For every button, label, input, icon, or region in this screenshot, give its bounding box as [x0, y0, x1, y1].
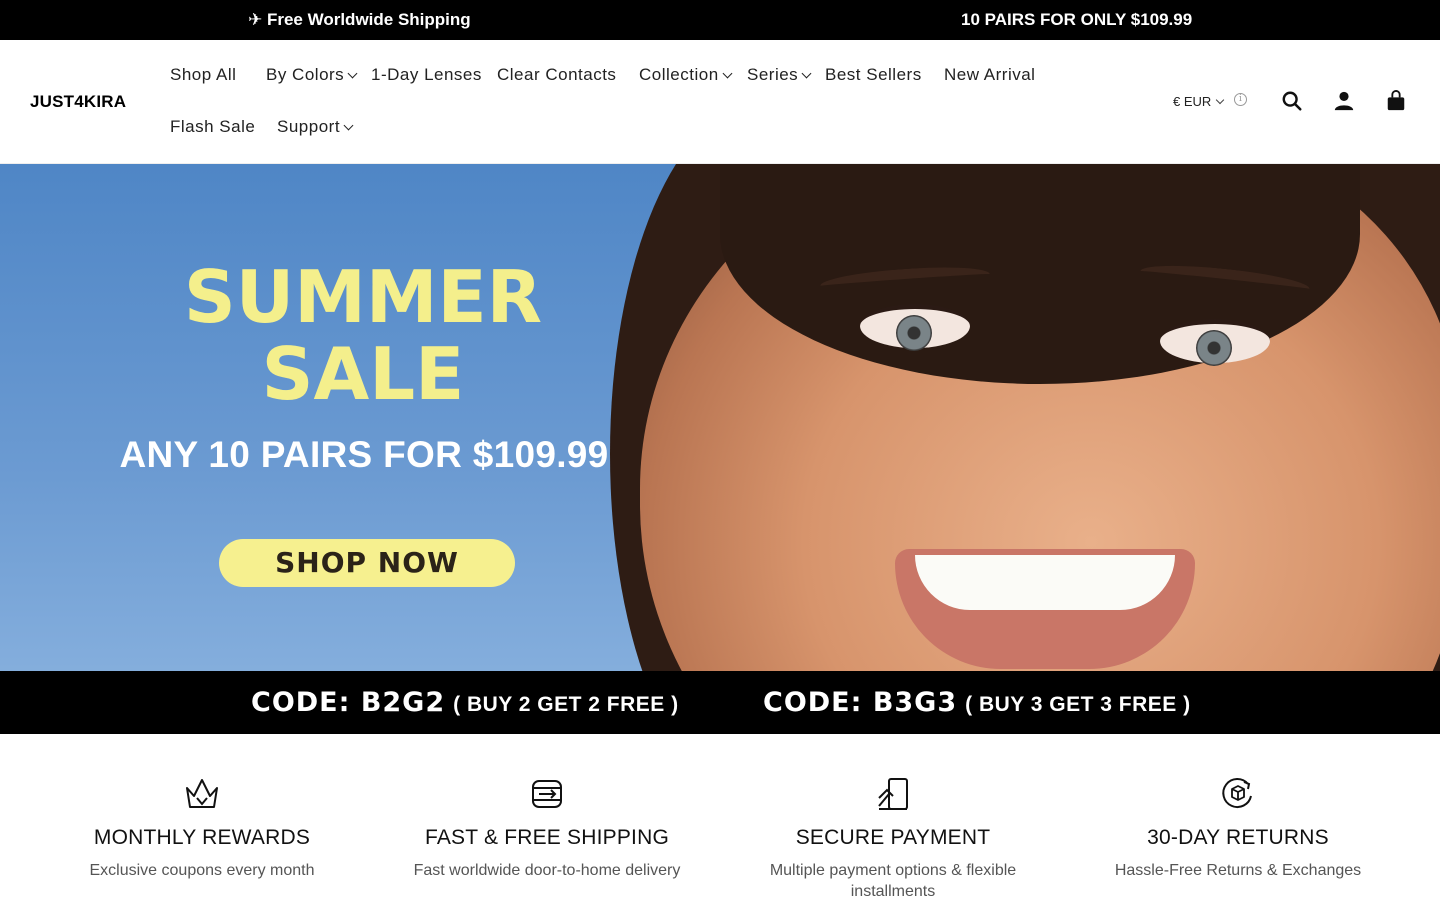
- promo-desc: ( BUY 3 GET 3 FREE ): [965, 693, 1191, 716]
- feature-title: FAST & FREE SHIPPING: [424, 826, 669, 849]
- chevron-down-icon: [722, 68, 733, 79]
- promo-code-bar: CODE: B2G2 ( BUY 2 GET 2 FREE ) CODE: B3G…: [0, 671, 1440, 734]
- feature-title: MONTHLY REWARDS: [93, 826, 311, 849]
- logo[interactable]: JUST4KIRA: [30, 92, 126, 112]
- nav-by-colors[interactable]: By Colors: [266, 65, 358, 85]
- feature-monthly-rewards: MONTHLY REWARDS Exclusive coupons every …: [22, 776, 382, 881]
- nav-label: Shop All: [170, 65, 237, 84]
- hero-title-line2: SALE: [261, 332, 465, 416]
- info-icon[interactable]: i: [1234, 93, 1247, 106]
- feature-30-day-returns: 30-DAY RETURNS Hassle-Free Returns & Exc…: [1058, 776, 1418, 881]
- hero-title-line1: SUMMER: [183, 255, 543, 339]
- feature-free-shipping: FAST & FREE SHIPPING Fast worldwide door…: [367, 776, 727, 881]
- hero-image-eye: [1160, 319, 1270, 366]
- nav-label: Support: [277, 117, 341, 136]
- search-icon[interactable]: [1281, 90, 1303, 112]
- promo-code: CODE: B2G2: [251, 687, 446, 718]
- shipping-icon: [532, 780, 562, 808]
- nav-label: Series: [747, 65, 799, 84]
- chevron-down-icon: [801, 68, 812, 79]
- nav-best-sellers[interactable]: Best Sellers: [825, 65, 922, 85]
- nav-label: Collection: [639, 65, 719, 84]
- announcement-shipping[interactable]: ✈ Free Worldwide Shipping: [248, 10, 471, 30]
- nav-1-day-lenses[interactable]: 1-Day Lenses: [371, 65, 482, 85]
- nav-shop-all[interactable]: Shop All: [170, 65, 236, 85]
- chevron-down-icon: [1216, 95, 1225, 105]
- promo-code-b3g3: CODE: B3G3 ( BUY 3 GET 3 FREE ): [763, 687, 1191, 718]
- hero-banner[interactable]: SUMMER SALE ANY 10 PAIRS FOR $109.99 SHO…: [0, 164, 1440, 734]
- nav-label: 1-Day Lenses: [371, 65, 482, 84]
- feature-desc: Multiple payment options & flexible inst…: [769, 862, 1017, 900]
- crown-icon: [186, 779, 218, 808]
- feature-secure-payment: SECURE PAYMENT Multiple payment options …: [713, 776, 1073, 902]
- cart-icon[interactable]: [1385, 90, 1407, 112]
- nav-collection[interactable]: Collection: [639, 65, 733, 85]
- feature-title: SECURE PAYMENT: [795, 826, 991, 849]
- account-icon[interactable]: [1333, 90, 1355, 112]
- nav-label: By Colors: [266, 65, 345, 84]
- announcement-bar: ✈ Free Worldwide Shipping 10 PAIRS FOR O…: [0, 0, 1440, 40]
- site-header: JUST4KIRA Shop All By Colors 1-Day Lense…: [0, 40, 1440, 164]
- returns-icon: [1222, 778, 1252, 809]
- nav-label: Clear Contacts: [497, 65, 617, 84]
- feature-desc: Exclusive coupons every month: [89, 862, 315, 879]
- feature-title: 30-DAY RETURNS: [1147, 826, 1329, 849]
- currency-label: € EUR: [1173, 94, 1212, 109]
- promo-code-b2g2: CODE: B2G2 ( BUY 2 GET 2 FREE ): [251, 687, 679, 718]
- nav-flash-sale[interactable]: Flash Sale: [170, 117, 255, 137]
- nav-clear-contacts[interactable]: Clear Contacts: [497, 65, 616, 85]
- hero-image-eye: [860, 304, 970, 351]
- nav-label: Flash Sale: [170, 117, 256, 136]
- promo-code: CODE: B3G3: [763, 687, 958, 718]
- nav-new-arrival[interactable]: New Arrival: [944, 65, 1035, 85]
- chevron-down-icon: [343, 120, 354, 131]
- chevron-down-icon: [347, 68, 358, 79]
- shop-now-button[interactable]: SHOP NOW: [219, 539, 515, 587]
- hero-subtitle: ANY 10 PAIRS FOR $109.99: [119, 434, 609, 475]
- nav-support[interactable]: Support: [277, 117, 354, 137]
- nav-label: New Arrival: [944, 65, 1036, 84]
- nav-label: Best Sellers: [825, 65, 922, 84]
- feature-desc: Fast worldwide door-to-home delivery: [413, 862, 681, 879]
- hero-image-teeth: [915, 555, 1175, 610]
- promo-desc: ( BUY 2 GET 2 FREE ): [453, 693, 679, 716]
- currency-selector[interactable]: € EUR: [1173, 94, 1225, 109]
- feature-desc: Hassle-Free Returns & Exchanges: [1114, 862, 1362, 879]
- announcement-offer[interactable]: 10 PAIRS FOR ONLY $109.99: [961, 10, 1192, 30]
- nav-series[interactable]: Series: [747, 65, 812, 85]
- secure-payment-icon: [878, 778, 908, 810]
